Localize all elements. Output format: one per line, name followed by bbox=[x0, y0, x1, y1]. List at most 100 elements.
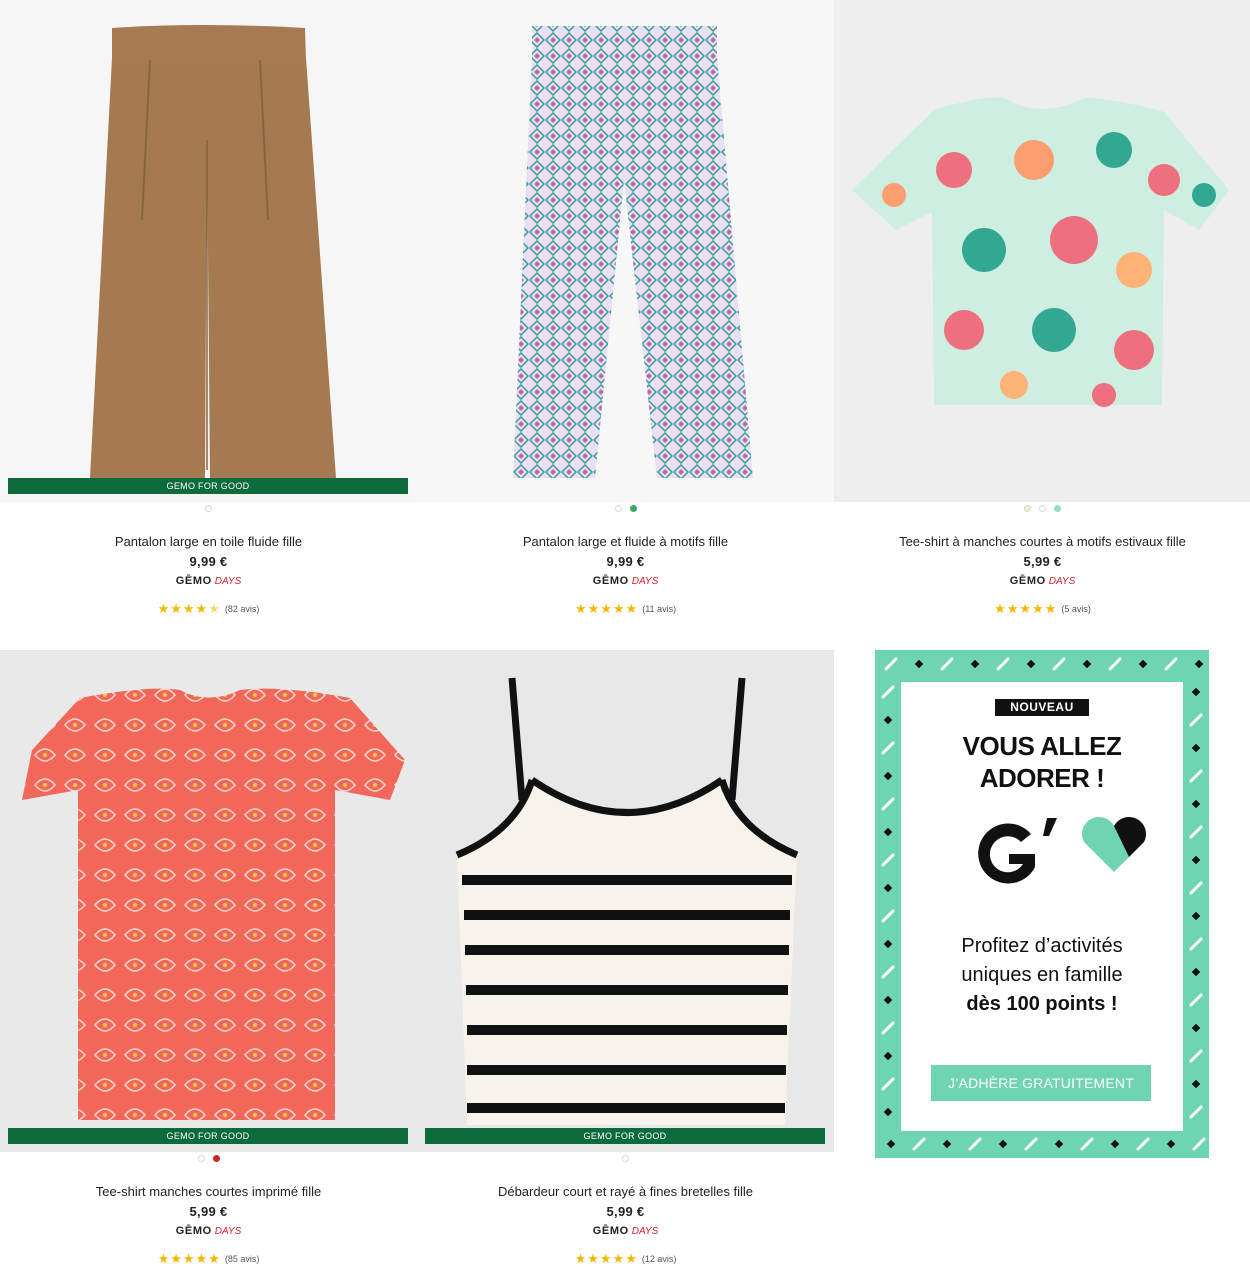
stars-icon: ★★★★★ bbox=[994, 601, 1058, 616]
review-count: (5 avis) bbox=[1061, 604, 1091, 614]
rating[interactable]: ★★★★★ (85 avis) bbox=[0, 1251, 417, 1267]
pattern-diamond bbox=[883, 1107, 893, 1117]
product-card[interactable]: Tee-shirt à manches courtes à motifs est… bbox=[834, 0, 1250, 616]
pattern-dash bbox=[1164, 657, 1178, 671]
product-price: 9,99 € bbox=[606, 554, 645, 569]
pattern-diamond bbox=[970, 659, 980, 669]
rating[interactable]: ★★★★★ (11 avis) bbox=[417, 601, 834, 617]
pattern-dash bbox=[881, 797, 895, 811]
pattern-dash bbox=[1189, 993, 1203, 1007]
pattern-dash bbox=[881, 1077, 895, 1091]
review-count: (11 avis) bbox=[642, 604, 677, 614]
gemo-for-good-badge: GEMO FOR GOOD bbox=[425, 1128, 825, 1144]
color-swatch[interactable] bbox=[622, 1155, 629, 1162]
striped-tank-top-image bbox=[455, 677, 799, 1125]
pattern-dash bbox=[881, 741, 895, 755]
pattern-dash bbox=[1189, 937, 1203, 951]
product-title[interactable]: Pantalon large et fluide à motifs fille bbox=[417, 532, 834, 551]
rating[interactable]: ★★★★★ (5 avis) bbox=[834, 601, 1250, 617]
gemo-days-logo: GĒMO DAYS bbox=[592, 575, 659, 587]
rating[interactable]: ★★★★★ (82 avis) bbox=[0, 601, 417, 617]
product-price: 5,99 € bbox=[1023, 554, 1062, 569]
pattern-dash bbox=[1189, 1105, 1203, 1119]
review-count: (12 avis) bbox=[641, 1254, 677, 1264]
pattern-diamond bbox=[883, 883, 893, 893]
pattern-dash bbox=[1189, 713, 1203, 727]
pattern-diamond bbox=[1191, 855, 1201, 865]
gemo-for-good-badge: GEMO FOR GOOD bbox=[8, 1128, 408, 1144]
color-swatch[interactable] bbox=[1039, 505, 1046, 512]
product-title[interactable]: Débardeur court et rayé à fines bretelle… bbox=[417, 1182, 834, 1201]
product-image[interactable] bbox=[417, 0, 834, 502]
pattern-dash bbox=[881, 685, 895, 699]
pattern-diamond bbox=[1191, 911, 1201, 921]
pattern-diamond bbox=[1191, 799, 1201, 809]
product-card[interactable]: GEMO FOR GOOD Pantalon large en toile fl… bbox=[0, 0, 417, 616]
color-swatches bbox=[417, 505, 834, 515]
gemo-days-logo: GĒMO DAYS bbox=[1009, 575, 1076, 587]
gemo-days-logo: GĒMO DAYS bbox=[175, 575, 242, 587]
pattern-dash bbox=[1136, 1137, 1150, 1151]
product-title[interactable]: Pantalon large en toile fluide fille bbox=[0, 532, 417, 551]
product-card[interactable]: GEMO FOR GOOD Débardeur court et rayé à … bbox=[417, 650, 834, 1266]
product-price: 5,99 € bbox=[606, 1204, 645, 1219]
color-swatch[interactable] bbox=[614, 505, 622, 512]
pattern-diamond bbox=[883, 1051, 893, 1061]
product-image[interactable]: GEMO FOR GOOD bbox=[0, 650, 417, 1152]
coral-printed-tshirt-image bbox=[22, 688, 405, 1120]
color-swatches bbox=[0, 1155, 417, 1165]
gemo-days-logo: GĒMO DAYS bbox=[175, 1225, 242, 1237]
pattern-diamond bbox=[1191, 967, 1201, 977]
pattern-dash bbox=[1189, 1049, 1203, 1063]
pattern-dash bbox=[884, 657, 898, 671]
rating[interactable]: ★★★★★ (12 avis) bbox=[417, 1251, 834, 1267]
pattern-dash bbox=[881, 965, 895, 979]
join-free-button[interactable]: J’ADHÈRE GRATUITEMENT bbox=[931, 1065, 1151, 1101]
pattern-dash bbox=[1189, 769, 1203, 783]
color-swatch[interactable] bbox=[1024, 505, 1031, 512]
pattern-diamond bbox=[1138, 659, 1148, 669]
color-swatch[interactable] bbox=[212, 1155, 220, 1162]
pattern-diamond bbox=[1191, 743, 1201, 753]
pattern-diamond bbox=[883, 939, 893, 949]
pattern-diamond bbox=[883, 995, 893, 1005]
gemo-for-good-badge: GEMO FOR GOOD bbox=[8, 478, 408, 494]
pattern-diamond bbox=[914, 659, 924, 669]
product-image[interactable] bbox=[834, 0, 1250, 502]
promo-body: Profitez d’activités uniques en famille … bbox=[961, 935, 1123, 1015]
pattern-diamond bbox=[883, 771, 893, 781]
stars-icon: ★★★★★ bbox=[574, 1251, 638, 1266]
pattern-dash bbox=[1189, 825, 1203, 839]
product-image[interactable]: GEMO FOR GOOD bbox=[0, 0, 417, 502]
color-swatch[interactable] bbox=[205, 505, 212, 512]
pattern-diamond bbox=[1026, 659, 1036, 669]
product-card[interactable]: Pantalon large et fluide à motifs fille … bbox=[417, 0, 834, 616]
product-title[interactable]: Tee-shirt manches courtes imprimé fille bbox=[0, 1182, 417, 1201]
color-swatch[interactable] bbox=[629, 505, 637, 512]
product-image[interactable]: GEMO FOR GOOD bbox=[417, 650, 834, 1152]
product-price: 9,99 € bbox=[189, 554, 228, 569]
stars-icon: ★★★★★ bbox=[574, 601, 639, 616]
product-card[interactable]: GEMO FOR GOOD Tee-shirt manches courtes … bbox=[0, 650, 417, 1266]
pattern-dash bbox=[1024, 1137, 1038, 1151]
pattern-diamond bbox=[1110, 1139, 1120, 1149]
review-count: (82 avis) bbox=[224, 604, 260, 614]
pattern-dash bbox=[1080, 1137, 1094, 1151]
pattern-dash bbox=[968, 1137, 982, 1151]
pattern-diamond bbox=[1054, 1139, 1064, 1149]
pattern-diamond bbox=[883, 827, 893, 837]
pattern-dash bbox=[881, 909, 895, 923]
pattern-dash bbox=[996, 657, 1010, 671]
pattern-diamond bbox=[1082, 659, 1092, 669]
product-price: 5,99 € bbox=[189, 1204, 228, 1219]
pattern-diamond bbox=[886, 1139, 896, 1149]
patterned-pants-image bbox=[513, 26, 753, 478]
pattern-diamond bbox=[1194, 659, 1204, 669]
pattern-dash bbox=[940, 657, 954, 671]
product-title[interactable]: Tee-shirt à manches courtes à motifs est… bbox=[834, 532, 1250, 551]
pattern-dash bbox=[1052, 657, 1066, 671]
loyalty-promo-banner[interactable]: NOUVEAU VOUS ALLEZ ADORER ! Profitez d’a… bbox=[875, 650, 1209, 1158]
pattern-diamond bbox=[1191, 1023, 1201, 1033]
color-swatch[interactable] bbox=[1054, 505, 1061, 512]
color-swatch[interactable] bbox=[197, 1155, 205, 1162]
